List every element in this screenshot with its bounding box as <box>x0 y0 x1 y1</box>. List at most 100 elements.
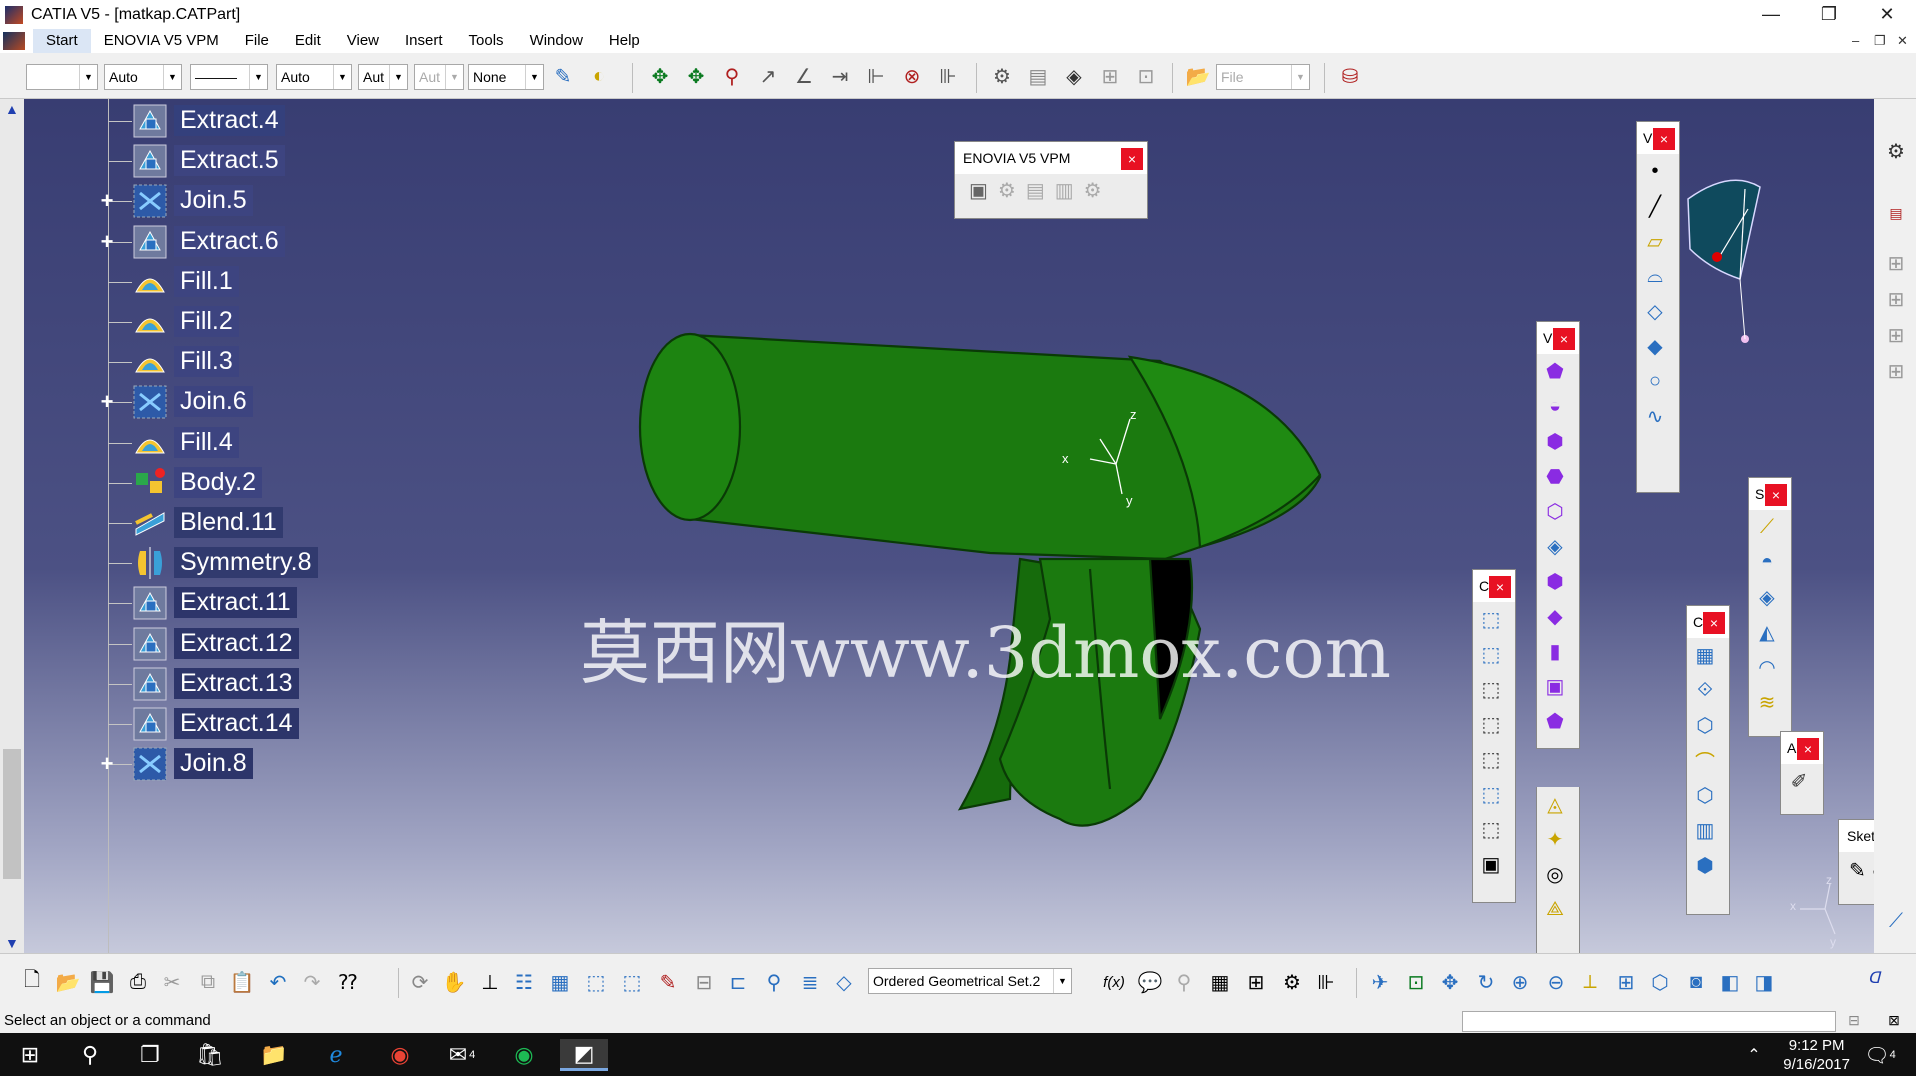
rotate-icon[interactable]: ↻ <box>1472 968 1500 996</box>
tree-node-label[interactable]: Blend.11 <box>174 507 283 538</box>
constraint-icon[interactable]: ⊩ <box>862 62 890 90</box>
fill-icon[interactable] <box>132 264 168 300</box>
define-in-work-icon[interactable]: ◇ <box>830 968 858 996</box>
restore-button[interactable]: ❐ <box>1800 0 1858 29</box>
curve-analysis-icon[interactable]: ⟋ <box>1882 907 1910 935</box>
expand-plus-icon[interactable]: + <box>98 753 116 775</box>
extract-icon[interactable] <box>132 143 168 179</box>
tree-node-label[interactable]: Join.8 <box>174 748 253 780</box>
tree-node-label[interactable]: Extract.11 <box>174 587 297 619</box>
task-view-icon[interactable]: ❐ <box>126 1039 174 1071</box>
surface-revolve-icon[interactable]: ◓ <box>1749 545 1785 580</box>
shading-icon[interactable]: ◙ <box>1682 968 1710 996</box>
volume-icon[interactable]: ▣ <box>1537 669 1573 704</box>
extract-operation-icon[interactable]: ⟁ <box>1537 892 1573 927</box>
symmetry-icon[interactable] <box>132 545 168 581</box>
catalog-icon[interactable]: ⚙ <box>988 62 1016 90</box>
corner-icon[interactable]: ⟐ <box>1687 673 1723 708</box>
iso-view-icon[interactable]: ⬡ <box>1646 968 1674 996</box>
extract-icon[interactable] <box>132 224 168 260</box>
open-icon[interactable]: 📂 <box>54 968 82 996</box>
menu-start[interactable]: Start <box>33 29 91 53</box>
measure-icon[interactable]: ↗ <box>754 62 782 90</box>
hide-show-icon[interactable]: ◧ <box>1716 968 1744 996</box>
close-button[interactable]: ✕ <box>1858 0 1916 29</box>
fly-mode-icon[interactable]: ✈ <box>1366 968 1394 996</box>
tree-node-label[interactable]: Extract.12 <box>174 627 299 659</box>
paste-icon[interactable]: 📋 <box>228 968 256 996</box>
dimension-icon[interactable]: ⇥ <box>826 62 854 90</box>
sketch-icon[interactable]: ✎ <box>1849 858 1866 883</box>
line-width-combo[interactable]: Auto ▼ <box>276 64 352 90</box>
extract-icon[interactable] <box>132 585 168 621</box>
command-input[interactable] <box>1462 1011 1836 1032</box>
view-bottom-icon[interactable]: ⬚ <box>1473 812 1509 847</box>
surface-fill-icon[interactable]: ◭ <box>1749 615 1785 650</box>
spiral-icon[interactable]: ▥ <box>1687 813 1723 848</box>
store-icon[interactable]: 🛍 <box>186 1039 234 1071</box>
connect-curve-icon[interactable]: ⬡ <box>1687 708 1723 743</box>
redo-icon[interactable]: ↷ <box>298 968 326 996</box>
view-iso-icon[interactable]: ⬚ <box>1473 602 1509 637</box>
view-back-icon[interactable]: ⬚ <box>1473 672 1509 707</box>
enovia-open-icon[interactable]: ▣ <box>969 178 988 203</box>
menu-edit[interactable]: Edit <box>282 29 334 53</box>
tree-node-label[interactable]: Join.6 <box>174 386 253 418</box>
zoom-in-icon[interactable]: ⊕ <box>1506 968 1534 996</box>
expand-plus-icon[interactable]: + <box>98 391 116 413</box>
enovia-update-icon[interactable]: ▥ <box>1055 178 1074 203</box>
projection-icon[interactable]: ⌓ <box>1637 259 1673 294</box>
spotify-icon[interactable]: ◉ <box>500 1039 548 1071</box>
fill-color-combo[interactable]: ▼ <box>26 64 98 90</box>
tree-node-label[interactable]: Extract.14 <box>174 708 299 739</box>
conic-icon[interactable]: ⌒ <box>1687 743 1723 778</box>
tree-node-label[interactable]: Extract.4 <box>174 105 285 136</box>
line-color-combo[interactable]: Auto ▼ <box>104 64 182 90</box>
tree-node-label[interactable]: Fill.1 <box>174 265 239 297</box>
sphere-icon[interactable]: ⬢ <box>1537 424 1573 459</box>
enovia-config-icon[interactable]: ⚙ <box>1084 178 1102 203</box>
file-combo[interactable]: File ▼ <box>1216 64 1310 90</box>
enovia-connect-icon[interactable]: ⛁ <box>1336 62 1364 90</box>
tool-1-icon[interactable]: ⊞ <box>1882 249 1910 277</box>
line-icon[interactable]: ╱ <box>1637 189 1673 224</box>
extract-icon[interactable] <box>132 666 168 702</box>
expand-plus-icon[interactable]: + <box>98 190 116 212</box>
catia-task-icon[interactable]: ◩ <box>560 1039 608 1071</box>
grid-icon[interactable]: ▦ <box>1687 638 1723 673</box>
new-icon[interactable]: 🗋 <box>18 968 46 996</box>
surface-extrude-icon[interactable]: ⟋ <box>1749 510 1785 545</box>
body-icon[interactable] <box>132 465 168 501</box>
list-icon[interactable]: ≣ <box>796 968 824 996</box>
extrude-icon[interactable]: ⬟ <box>1537 354 1573 389</box>
blend-surface-icon[interactable]: ▮ <box>1537 634 1573 669</box>
join-operation-icon[interactable]: ◬ <box>1537 787 1573 822</box>
pcs-icon[interactable]: ▤ <box>1882 199 1910 227</box>
view-top-icon[interactable]: ⬚ <box>1473 777 1509 812</box>
compass-move-icon[interactable]: ✥ <box>682 62 710 90</box>
hand-icon[interactable]: ✋ <box>440 968 468 996</box>
close-icon[interactable]: × <box>1797 738 1819 760</box>
tree-node-label[interactable]: Join.5 <box>174 185 253 217</box>
chrome-icon[interactable]: ◉ <box>376 1039 424 1071</box>
doc-minimize-button[interactable]: – <box>1852 33 1859 48</box>
multi-section-icon[interactable]: ◆ <box>1537 599 1573 634</box>
close-icon[interactable]: × <box>1121 148 1143 170</box>
join-icon[interactable] <box>132 183 168 219</box>
boundary-icon[interactable]: ◎ <box>1537 857 1573 892</box>
analysis-icon[interactable]: ✐ <box>1781 764 1817 799</box>
knowledge-icon[interactable]: ◈ <box>1060 62 1088 90</box>
menu-view[interactable]: View <box>334 29 392 53</box>
command-history-icon[interactable]: ⊟ <box>1840 1006 1868 1034</box>
surface-sweep-icon[interactable]: ◈ <box>1749 580 1785 615</box>
work-grid-icon[interactable]: ▦ <box>546 968 574 996</box>
edge-icon[interactable]: ℯ <box>312 1039 360 1071</box>
doc-close-button[interactable]: ✕ <box>1897 33 1908 49</box>
formula-icon[interactable]: f(x) <box>1100 968 1128 996</box>
blend-icon[interactable] <box>132 505 168 541</box>
catia-logo-icon[interactable] <box>3 32 25 50</box>
move-icon[interactable]: ✥ <box>646 62 674 90</box>
close-icon[interactable]: × <box>1765 484 1787 506</box>
open-folder-icon[interactable]: 📂 <box>1184 62 1212 90</box>
zoom-out-icon[interactable]: ⊖ <box>1542 968 1570 996</box>
